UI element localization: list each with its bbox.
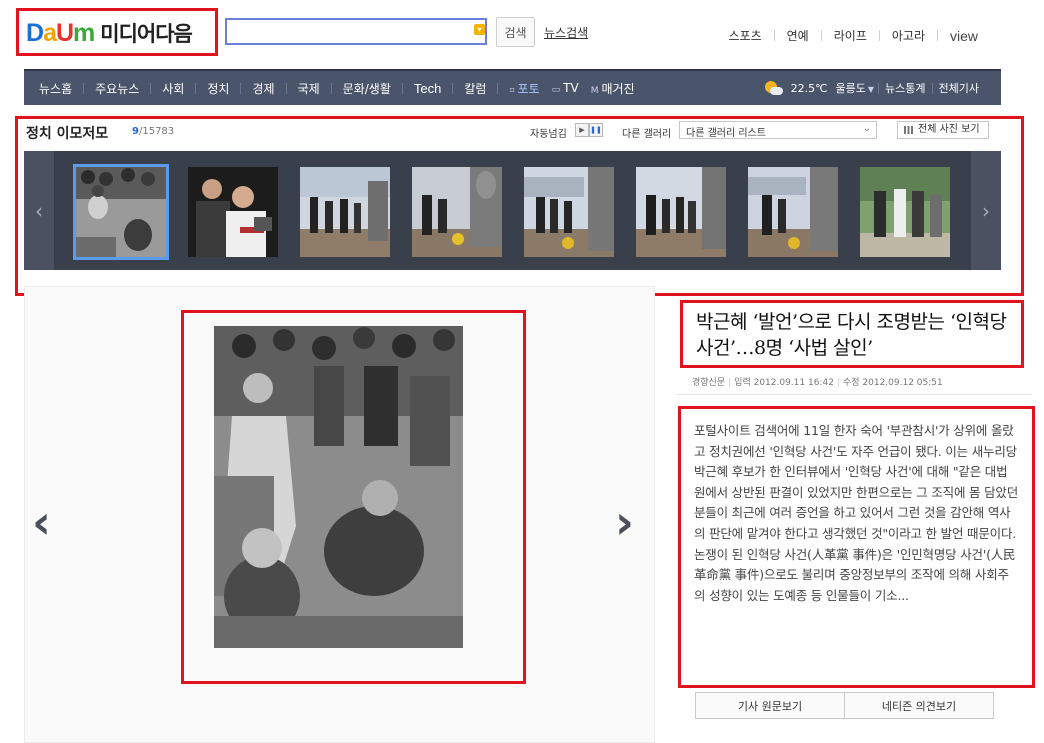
daum-logo[interactable]: DaUm 미디어다음 [26,18,193,48]
weather-temperature: 22.5℃ [790,81,828,95]
thumbnail-5[interactable] [524,167,614,257]
news-stats-link[interactable]: 뉴스통계 [879,80,931,96]
gallery-counter: 9/15783 [132,126,175,137]
search-option-icon[interactable]: ▾ [474,24,485,35]
gallery-select[interactable]: 다른 갤러리 리스트 ⌄ [679,121,877,139]
gnb-tv[interactable]: ▭ TV [546,81,585,95]
topnav-entertainment[interactable]: 연예 [775,27,821,44]
article-meta: 경향신문 | 입력 2012.09.11 16:42 | 수정 2012.09.12 0… [692,378,943,388]
main-photo[interactable] [214,326,463,648]
thumbnail-2[interactable] [188,167,278,257]
gallery-header: 정치 이모저모 9/15783 자동넘김 ▶ ❚❚ 다른 갤러리 다른 갤러리 … [26,121,994,145]
article-modified-date: 수정 2012.09.12 05:51 [842,378,943,388]
article-source: 경향신문 [692,378,726,388]
weather-region-select[interactable]: 울릉도 ▼ [832,80,879,96]
article-summary: 포털사이트 검색어에 11일 한자 숙어 '부관참시'가 상위에 올랐고 정치권… [694,423,1018,603]
top-nav: 스포츠 연예 라이프 아고라 view [717,27,990,44]
thumbnail-1[interactable] [73,164,169,260]
chevron-down-icon: ⌄ [862,123,871,134]
thumbnail-4[interactable] [412,167,502,257]
thumbnail-7[interactable] [748,167,838,257]
magazine-icon: M [590,85,599,96]
play-icon[interactable]: ▶ [575,123,589,137]
thumbnail-strip: ‹ › [24,151,1001,270]
gnb-economy[interactable]: 경제 [241,80,285,97]
gnb-top-news[interactable]: 주요뉴스 [84,80,150,97]
thumbnail-8[interactable] [860,167,950,257]
gnb-magazine[interactable]: M 매거진 [585,80,641,97]
view-comments-button[interactable]: 네티즌 의견보기 [844,692,994,719]
main-category-nav: 뉴스홈 주요뉴스 사회 정치 경제 국제 문화/생활 Tech 칼럼 ⌗ 포토 ▭… [24,69,1001,105]
gnb-news-home[interactable]: 뉴스홈 [28,80,83,97]
pause-icon[interactable]: ❚❚ [589,123,603,137]
gnb-photo[interactable]: ⌗ 포토 [498,80,545,97]
other-gallery-label: 다른 갤러리 [622,129,672,140]
gallery-title: 정치 이모저모 [26,126,109,142]
gnb-world[interactable]: 국제 [287,80,331,97]
gnb-culture[interactable]: 문화/생활 [332,80,402,97]
logo-brand: DaUm [26,18,95,47]
search-button[interactable]: 검색 [496,17,535,47]
chevron-down-icon: ▼ [867,85,875,94]
photo-next-arrow-icon[interactable]: › [615,499,643,548]
thumbnail-3[interactable] [300,167,390,257]
grid-icon [904,126,913,134]
strip-next-arrow-icon[interactable]: › [971,151,1001,270]
news-search-link[interactable]: 뉴스검색 [544,24,588,41]
view-original-button[interactable]: 기사 원문보기 [695,692,845,719]
photo-icon: ⌗ [509,85,515,96]
article-input-date: 입력 2012.09.11 16:42 [734,378,834,388]
gnb-tech[interactable]: Tech [403,81,452,96]
weather-area: 22.5℃ 울릉도 ▼ 뉴스통계 전체기사 [764,71,985,105]
gnb-society[interactable]: 사회 [151,80,195,97]
topnav-sports[interactable]: 스포츠 [717,27,774,44]
divider [676,394,1032,395]
topnav-view[interactable]: view [938,28,990,44]
gnb-politics[interactable]: 정치 [196,80,240,97]
auto-slide-label: 자동넘김 [530,129,567,140]
logo-service-name: 미디어다음 [100,22,193,46]
weather-partly-cloudy-icon [764,80,783,96]
view-all-photos-button[interactable]: 전체 사진 보기 [897,121,989,139]
topnav-agora[interactable]: 아고라 [880,27,937,44]
tv-icon: ▭ [551,85,561,95]
gnb-column[interactable]: 칼럼 [453,80,497,97]
thumbnail-6[interactable] [636,167,726,257]
topnav-life[interactable]: 라이프 [822,27,879,44]
strip-prev-arrow-icon[interactable]: ‹ [24,151,54,270]
article-title: 박근혜 ‘발언’으로 다시 조명받는 ‘인혁당 사건’…8명 ‘사법 살인’ [696,311,1007,359]
search-input[interactable] [225,18,487,45]
photo-prev-arrow-icon[interactable]: ‹ [32,499,60,548]
all-articles-link[interactable]: 전체기사 [933,80,985,96]
